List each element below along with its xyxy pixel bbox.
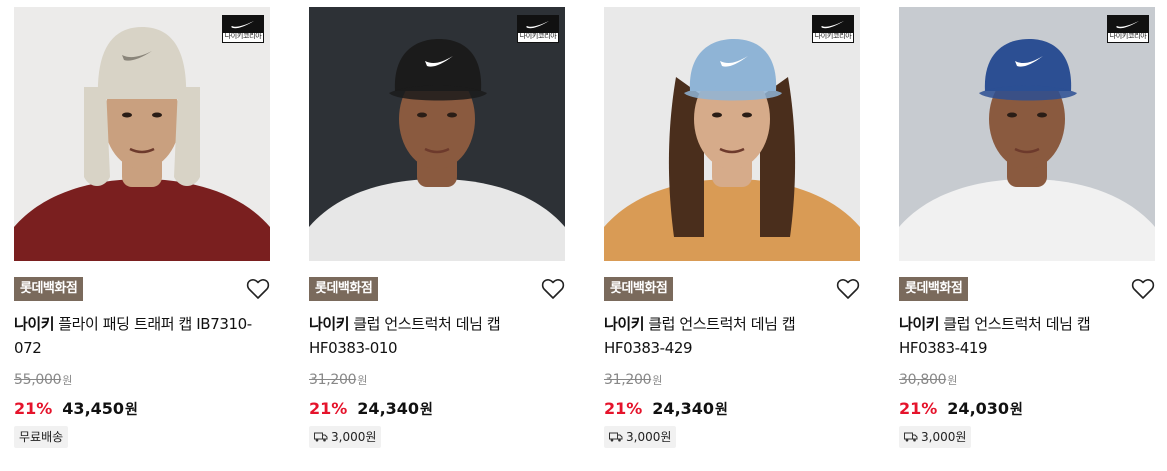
trapper-flap — [84, 87, 110, 186]
sale-price-row: 21% 24,340원 — [309, 398, 433, 420]
sale-price-row: 21% 24,030원 — [899, 398, 1023, 420]
shipping-badge: 무료배송 — [14, 426, 69, 448]
original-price: 30,800원 — [899, 371, 957, 390]
model-eye — [152, 112, 162, 118]
nike-logo-badge: 나이키코리아 — [1107, 15, 1149, 43]
original-price-unit: 원 — [947, 374, 958, 387]
model-eye — [1037, 112, 1047, 118]
store-badge: 롯데백화점 — [309, 277, 379, 301]
shipping-badge: 3,000원 — [309, 426, 382, 448]
sale-price-unit: 원 — [1010, 402, 1023, 418]
shipping-badge: 3,000원 — [604, 426, 677, 448]
model-eye — [417, 112, 427, 118]
product-brand: 나이키 — [14, 315, 55, 333]
product-card[interactable]: 나이키코리아 롯데백화점 나이키 플라이 패딩 트래퍼 캡 IB7310-072 … — [14, 7, 270, 467]
brand-mark-text: 나이키코리아 — [224, 32, 262, 40]
sale-price-unit: 원 — [420, 402, 433, 418]
product-card[interactable]: 나이키코리아 롯데백화점 나이키 클럽 언스트럭처 데님 캡 HF0383-429… — [604, 7, 860, 467]
model-eye — [712, 112, 722, 118]
original-price-value: 31,200 — [309, 372, 357, 388]
original-price-unit: 원 — [357, 374, 368, 387]
sale-price-row: 21% 24,340원 — [604, 398, 728, 420]
store-badge: 롯데백화점 — [899, 277, 969, 301]
original-price-value: 55,000 — [14, 372, 62, 388]
truck-icon — [314, 432, 328, 442]
brand-mark-text: 나이키코리아 — [814, 32, 852, 40]
product-image[interactable]: 나이키코리아 — [604, 7, 860, 261]
model-eye — [1007, 112, 1017, 118]
sale-price: 24,340 — [652, 399, 715, 418]
heart-icon[interactable] — [246, 278, 270, 300]
product-image[interactable]: 나이키코리아 — [309, 7, 565, 261]
original-price-value: 30,800 — [899, 372, 947, 388]
shipping-text: 3,000원 — [626, 430, 672, 444]
heart-icon[interactable] — [1131, 278, 1155, 300]
store-badge: 롯데백화점 — [14, 277, 84, 301]
original-price-unit: 원 — [652, 374, 663, 387]
model-eye — [447, 112, 457, 118]
swoosh-icon — [813, 16, 853, 33]
discount-rate: 21% — [604, 399, 643, 418]
shipping-badge: 3,000원 — [899, 426, 972, 448]
product-title[interactable]: 나이키 클럽 언스트럭처 데님 캡 HF0383-010 — [309, 312, 565, 360]
product-brand: 나이키 — [309, 315, 350, 333]
product-photo — [899, 7, 1155, 261]
original-price: 31,200원 — [309, 371, 367, 390]
product-brand: 나이키 — [604, 315, 645, 333]
swoosh-icon — [518, 16, 558, 33]
product-photo — [309, 7, 565, 261]
product-title[interactable]: 나이키 플라이 패딩 트래퍼 캡 IB7310-072 — [14, 312, 270, 360]
swoosh-icon — [223, 16, 263, 33]
discount-rate: 21% — [899, 399, 938, 418]
product-title[interactable]: 나이키 클럽 언스트럭처 데님 캡 HF0383-429 — [604, 312, 860, 360]
product-grid: 나이키코리아 롯데백화점 나이키 플라이 패딩 트래퍼 캡 IB7310-072 … — [14, 7, 1156, 467]
sale-price: 24,030 — [947, 399, 1010, 418]
shipping-text: 3,000원 — [921, 430, 967, 444]
sale-price: 43,450 — [62, 399, 125, 418]
heart-icon[interactable] — [541, 278, 565, 300]
nike-logo-badge: 나이키코리아 — [812, 15, 854, 43]
nike-logo-badge: 나이키코리아 — [517, 15, 559, 43]
product-photo — [14, 7, 270, 261]
sale-price-unit: 원 — [125, 402, 138, 418]
product-card[interactable]: 나이키코리아 롯데백화점 나이키 클럽 언스트럭처 데님 캡 HF0383-419… — [899, 7, 1155, 467]
shipping-text: 무료배송 — [19, 430, 64, 444]
brand-mark-text: 나이키코리아 — [519, 32, 557, 40]
sale-price: 24,340 — [357, 399, 420, 418]
heart-icon[interactable] — [836, 278, 860, 300]
truck-icon — [904, 432, 918, 442]
trapper-flap — [174, 87, 200, 186]
original-price-unit: 원 — [62, 374, 73, 387]
product-title[interactable]: 나이키 클럽 언스트럭처 데님 캡 HF0383-419 — [899, 312, 1155, 360]
truck-icon — [609, 432, 623, 442]
store-badge: 롯데백화점 — [604, 277, 674, 301]
product-image[interactable]: 나이키코리아 — [899, 7, 1155, 261]
original-price: 31,200원 — [604, 371, 662, 390]
shipping-text: 3,000원 — [331, 430, 377, 444]
model-eye — [742, 112, 752, 118]
sale-price-row: 21% 43,450원 — [14, 398, 138, 420]
product-photo — [604, 7, 860, 261]
model-eye — [122, 112, 132, 118]
swoosh-icon — [1108, 16, 1148, 33]
discount-rate: 21% — [309, 399, 348, 418]
product-card[interactable]: 나이키코리아 롯데백화점 나이키 클럽 언스트럭처 데님 캡 HF0383-010… — [309, 7, 565, 467]
product-image[interactable]: 나이키코리아 — [14, 7, 270, 261]
sale-price-unit: 원 — [715, 402, 728, 418]
discount-rate: 21% — [14, 399, 53, 418]
nike-logo-badge: 나이키코리아 — [222, 15, 264, 43]
product-brand: 나이키 — [899, 315, 940, 333]
original-price-value: 31,200 — [604, 372, 652, 388]
brand-mark-text: 나이키코리아 — [1109, 32, 1147, 40]
original-price: 55,000원 — [14, 371, 72, 390]
